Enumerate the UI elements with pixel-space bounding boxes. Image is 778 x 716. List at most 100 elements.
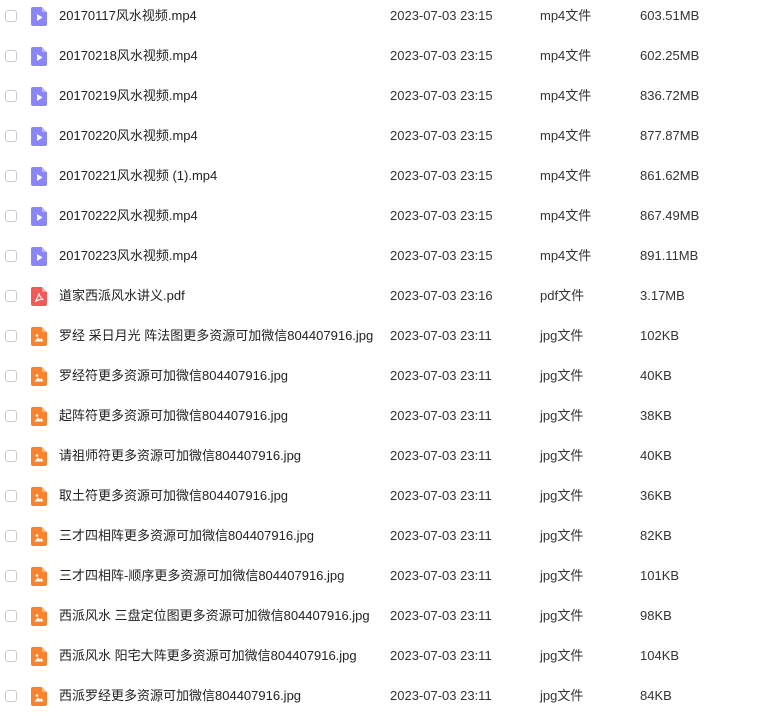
file-row[interactable]: 20170218风水视频.mp4 2023-07-03 23:15 mp4文件 …: [0, 36, 778, 76]
file-type: jpg文件: [540, 408, 584, 423]
file-row[interactable]: 20170219风水视频.mp4 2023-07-03 23:15 mp4文件 …: [0, 76, 778, 116]
file-name[interactable]: 20170218风水视频.mp4: [59, 47, 198, 65]
file-modified-date: 2023-07-03 23:15: [390, 48, 493, 63]
file-name[interactable]: 西派风水 三盘定位图更多资源可加微信804407916.jpg: [59, 607, 370, 625]
file-row[interactable]: 三才四相阵更多资源可加微信804407916.jpg 2023-07-03 23…: [0, 516, 778, 556]
file-name[interactable]: 20170117风水视频.mp4: [59, 7, 197, 25]
file-type: mp4文件: [540, 88, 592, 103]
image-file-icon: [31, 687, 47, 706]
file-modified-date: 2023-07-03 23:11: [390, 648, 492, 663]
row-checkbox[interactable]: [5, 490, 17, 502]
image-file-icon: [31, 447, 47, 466]
file-name[interactable]: 20170222风水视频.mp4: [59, 207, 198, 225]
row-checkbox[interactable]: [5, 10, 17, 22]
file-size: 602.25MB: [640, 48, 700, 63]
image-file-icon: [31, 607, 47, 626]
file-name[interactable]: 西派风水 阳宅大阵更多资源可加微信804407916.jpg: [59, 647, 357, 665]
file-type: jpg文件: [540, 528, 584, 543]
row-checkbox[interactable]: [5, 290, 17, 302]
file-type: mp4文件: [540, 8, 592, 23]
row-checkbox[interactable]: [5, 210, 17, 222]
file-type: jpg文件: [540, 328, 584, 343]
video-file-icon: [31, 127, 47, 146]
file-row[interactable]: 20170221风水视频 (1).mp4 2023-07-03 23:15 mp…: [0, 156, 778, 196]
file-name[interactable]: 道家西派风水讲义.pdf: [59, 287, 185, 305]
file-size: 102KB: [640, 328, 680, 343]
file-modified-date: 2023-07-03 23:11: [390, 608, 492, 623]
file-row[interactable]: 道家西派风水讲义.pdf 2023-07-03 23:16 pdf文件 3.17…: [0, 276, 778, 316]
video-file-icon: [31, 87, 47, 106]
file-name[interactable]: 三才四相阵-顺序更多资源可加微信804407916.jpg: [59, 567, 344, 585]
file-name[interactable]: 三才四相阵更多资源可加微信804407916.jpg: [59, 527, 314, 545]
file-size: 861.62MB: [640, 168, 700, 183]
file-row[interactable]: 20170222风水视频.mp4 2023-07-03 23:15 mp4文件 …: [0, 196, 778, 236]
row-checkbox[interactable]: [5, 170, 17, 182]
file-size: 101KB: [640, 568, 680, 583]
video-file-icon: [31, 7, 47, 26]
row-checkbox[interactable]: [5, 450, 17, 462]
file-type: jpg文件: [540, 608, 584, 623]
row-checkbox[interactable]: [5, 650, 17, 662]
file-size: 98KB: [640, 608, 672, 623]
image-file-icon: [31, 407, 47, 426]
row-checkbox[interactable]: [5, 330, 17, 342]
file-modified-date: 2023-07-03 23:15: [390, 128, 493, 143]
file-row[interactable]: 西派罗经更多资源可加微信804407916.jpg 2023-07-03 23:…: [0, 676, 778, 716]
file-modified-date: 2023-07-03 23:11: [390, 368, 492, 383]
file-row[interactable]: 请祖师符更多资源可加微信804407916.jpg 2023-07-03 23:…: [0, 436, 778, 476]
file-row[interactable]: 西派风水 三盘定位图更多资源可加微信804407916.jpg 2023-07-…: [0, 596, 778, 636]
row-checkbox[interactable]: [5, 690, 17, 702]
file-row[interactable]: 西派风水 阳宅大阵更多资源可加微信804407916.jpg 2023-07-0…: [0, 636, 778, 676]
row-checkbox[interactable]: [5, 530, 17, 542]
pdf-file-icon: [31, 287, 47, 306]
file-name[interactable]: 请祖师符更多资源可加微信804407916.jpg: [59, 447, 301, 465]
file-modified-date: 2023-07-03 23:11: [390, 328, 492, 343]
file-row[interactable]: 罗经 采日月光 阵法图更多资源可加微信804407916.jpg 2023-07…: [0, 316, 778, 356]
file-modified-date: 2023-07-03 23:11: [390, 688, 492, 703]
file-type: jpg文件: [540, 448, 584, 463]
file-size: 40KB: [640, 448, 672, 463]
file-modified-date: 2023-07-03 23:11: [390, 528, 492, 543]
file-modified-date: 2023-07-03 23:15: [390, 208, 493, 223]
file-size: 891.11MB: [640, 248, 699, 263]
file-size: 3.17MB: [640, 288, 685, 303]
file-size: 867.49MB: [640, 208, 700, 223]
file-row[interactable]: 取土符更多资源可加微信804407916.jpg 2023-07-03 23:1…: [0, 476, 778, 516]
file-row[interactable]: 20170117风水视频.mp4 2023-07-03 23:15 mp4文件 …: [0, 0, 778, 36]
file-name[interactable]: 20170221风水视频 (1).mp4: [59, 167, 217, 185]
file-list: 20170117风水视频.mp4 2023-07-03 23:15 mp4文件 …: [0, 0, 778, 710]
row-checkbox[interactable]: [5, 90, 17, 102]
row-checkbox[interactable]: [5, 370, 17, 382]
row-checkbox[interactable]: [5, 410, 17, 422]
file-modified-date: 2023-07-03 23:15: [390, 248, 493, 263]
file-row[interactable]: 三才四相阵-顺序更多资源可加微信804407916.jpg 2023-07-03…: [0, 556, 778, 596]
file-row[interactable]: 20170223风水视频.mp4 2023-07-03 23:15 mp4文件 …: [0, 236, 778, 276]
file-modified-date: 2023-07-03 23:16: [390, 288, 493, 303]
file-name[interactable]: 20170220风水视频.mp4: [59, 127, 198, 145]
file-size: 836.72MB: [640, 88, 700, 103]
file-name[interactable]: 取土符更多资源可加微信804407916.jpg: [59, 487, 288, 505]
file-row[interactable]: 罗经符更多资源可加微信804407916.jpg 2023-07-03 23:1…: [0, 356, 778, 396]
row-checkbox[interactable]: [5, 570, 17, 582]
video-file-icon: [31, 207, 47, 226]
video-file-icon: [31, 167, 47, 186]
file-name[interactable]: 起阵符更多资源可加微信804407916.jpg: [59, 407, 288, 425]
file-row[interactable]: 起阵符更多资源可加微信804407916.jpg 2023-07-03 23:1…: [0, 396, 778, 436]
row-checkbox[interactable]: [5, 130, 17, 142]
file-name[interactable]: 罗经 采日月光 阵法图更多资源可加微信804407916.jpg: [59, 327, 373, 345]
file-name[interactable]: 西派罗经更多资源可加微信804407916.jpg: [59, 687, 301, 705]
image-file-icon: [31, 367, 47, 386]
file-name[interactable]: 罗经符更多资源可加微信804407916.jpg: [59, 367, 288, 385]
row-checkbox[interactable]: [5, 50, 17, 62]
file-name[interactable]: 20170223风水视频.mp4: [59, 247, 198, 265]
file-size: 82KB: [640, 528, 672, 543]
file-type: jpg文件: [540, 488, 584, 503]
image-file-icon: [31, 327, 47, 346]
file-row[interactable]: 20170220风水视频.mp4 2023-07-03 23:15 mp4文件 …: [0, 116, 778, 156]
row-checkbox[interactable]: [5, 250, 17, 262]
file-modified-date: 2023-07-03 23:15: [390, 8, 493, 23]
row-checkbox[interactable]: [5, 610, 17, 622]
file-type: pdf文件: [540, 288, 585, 303]
file-name[interactable]: 20170219风水视频.mp4: [59, 87, 198, 105]
file-type: mp4文件: [540, 48, 592, 63]
